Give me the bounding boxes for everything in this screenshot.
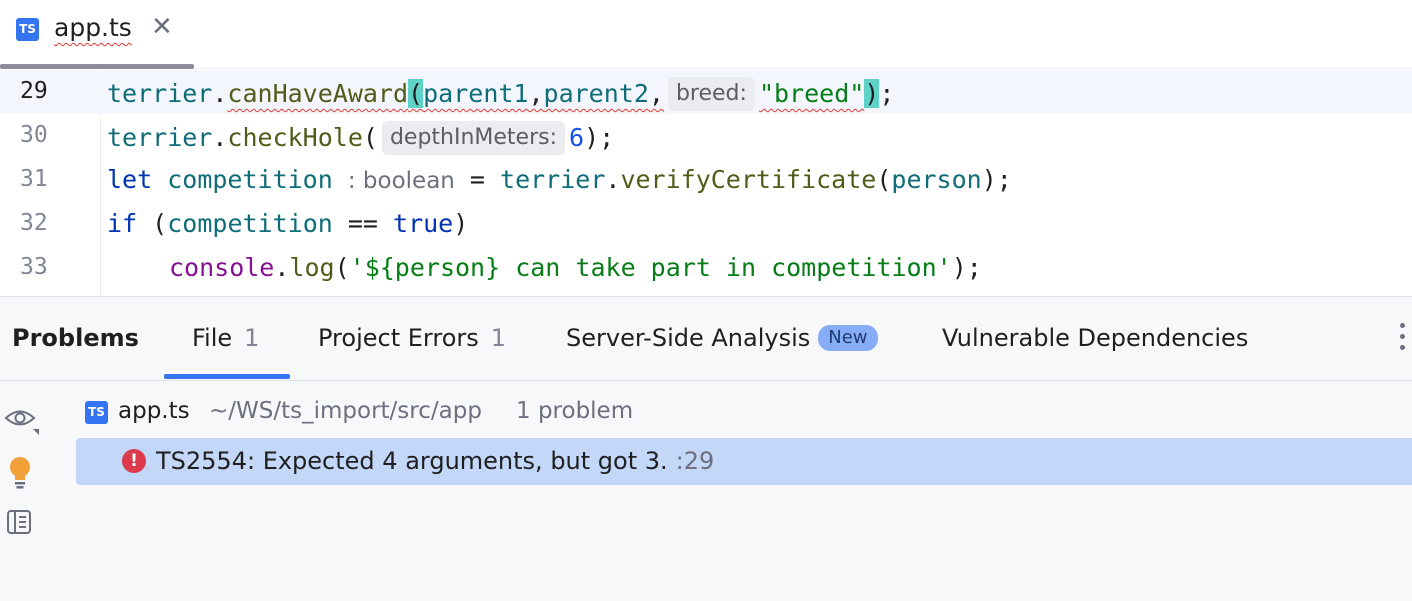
editor-tab-bar: TS app.ts ✕ [0, 0, 1412, 69]
tab-label: File [192, 324, 233, 352]
line-number: 29 [20, 78, 48, 104]
problem-item[interactable]: ! TS2554: Expected 4 arguments, but got … [76, 438, 1412, 485]
code-token: terrier [107, 79, 213, 108]
tab-app-ts[interactable]: TS app.ts ✕ [0, 0, 194, 69]
code-token: , [528, 79, 544, 108]
more-vertical-icon[interactable] [1398, 323, 1408, 355]
code-token: let [107, 165, 153, 194]
code-token: ; [966, 253, 982, 282]
eye-icon[interactable] [4, 405, 40, 439]
code-token: ( [876, 165, 892, 194]
code-token: person [891, 165, 982, 194]
matched-bracket: ) [864, 79, 880, 108]
code-token: ( [362, 123, 378, 152]
code-line-31[interactable]: 31 let competition : boolean = terrier.v… [0, 158, 1412, 202]
code-token: log [289, 253, 335, 282]
code-line-32[interactable]: 32 if (competition == true) [0, 202, 1412, 246]
problem-text: TS2554: Expected 4 arguments, but got 3.… [156, 447, 714, 475]
code-token: 6 [569, 123, 585, 152]
code-text: if (competition == true) [107, 209, 468, 238]
problems-title: Problems [12, 324, 139, 352]
typescript-file-icon: TS [16, 18, 39, 41]
problem-count: 1 problem [516, 398, 634, 424]
code-line-33[interactable]: 33 console.log('${person} can take part … [0, 246, 1412, 290]
parameter-hint: breed: [667, 77, 755, 111]
code-token: canHaveAward [227, 79, 409, 108]
tab-vulnerable-dependencies[interactable]: Vulnerable Dependencies [942, 324, 1248, 352]
error-icon: ! [122, 449, 146, 473]
tab-label: Project Errors [318, 324, 479, 352]
code-line-30[interactable]: 30 terrier.checkHole(depthInMeters: 6); [0, 114, 1412, 158]
problem-line: :29 [675, 447, 715, 475]
code-token: "breed" [758, 79, 865, 108]
problem-message: TS2554: Expected 4 arguments, but got 3. [156, 447, 668, 475]
tab-project-errors[interactable]: Project Errors 1 [318, 324, 506, 352]
code-token: . [274, 253, 290, 282]
typescript-file-icon: TS [85, 401, 108, 424]
code-token: ( [152, 209, 168, 238]
problems-tab-bar: Problems File 1 Project Errors 1 Server-Si… [0, 297, 1412, 381]
code-token: . [212, 123, 228, 152]
code-token: ; [599, 123, 615, 152]
code-token: ; [879, 79, 895, 108]
line-number: 33 [20, 254, 48, 280]
code-token: parent2 [543, 79, 649, 108]
tab-file[interactable]: File 1 [192, 324, 259, 352]
tab-count: 1 [244, 324, 260, 352]
code-token: , [648, 79, 664, 108]
code-token: ( [334, 253, 350, 282]
code-token: ) [981, 165, 997, 194]
tab-count: 1 [490, 324, 507, 352]
code-token: ; [996, 165, 1012, 194]
code-token: verifyCertificate [620, 165, 877, 194]
code-token: true [393, 209, 454, 238]
code-text: terrier.checkHole(depthInMeters: 6); [107, 121, 614, 155]
line-number: 32 [20, 210, 48, 236]
code-token: checkHole [227, 123, 363, 152]
file-path: ~/WS/ts_import/src/app [209, 398, 482, 424]
code-token: == [332, 209, 394, 238]
line-number: 31 [20, 166, 48, 192]
parameter-hint: depthInMeters: [381, 121, 566, 155]
code-text: terrier.canHaveAward(parent1,parent2, bre… [107, 77, 894, 111]
code-token: if [107, 209, 138, 238]
code-token: ) [584, 123, 600, 152]
active-tab-indicator [164, 374, 290, 379]
code-token: ) [951, 253, 967, 282]
code-text: console.log('${person} can take part in … [169, 253, 982, 282]
type-hint: : boolean [347, 168, 455, 194]
close-icon[interactable]: ✕ [151, 12, 173, 42]
code-line-29[interactable]: 29 terrier.canHaveAward(parent1,parent2,… [0, 70, 1412, 114]
problems-tool-window: Problems File 1 Project Errors 1 Server-Si… [0, 296, 1412, 601]
code-token: competition [167, 209, 333, 238]
problems-side-toolbar [0, 381, 40, 601]
code-token: console [169, 253, 275, 282]
code-token: . [605, 165, 621, 194]
tab-label: Vulnerable Dependencies [942, 324, 1249, 352]
code-token: ) [453, 209, 469, 238]
code-token: = [454, 165, 501, 194]
code-token: . [212, 79, 228, 108]
code-token: competition [167, 165, 333, 194]
tab-server-side-analysis[interactable]: Server-Side Analysis New [566, 324, 878, 352]
code-token: '${person} can take part in competition' [349, 253, 952, 282]
file-name: app.ts [118, 398, 190, 424]
matched-bracket: ( [408, 79, 424, 108]
code-token: parent1 [423, 79, 529, 108]
tab-file-name: app.ts [54, 13, 132, 42]
code-text: let competition : boolean = terrier.veri… [107, 165, 1012, 194]
code-token: terrier [107, 123, 213, 152]
lightbulb-icon[interactable] [4, 455, 34, 493]
code-token: terrier [500, 165, 606, 194]
code-editor[interactable]: 29 terrier.canHaveAward(parent1,parent2,… [0, 69, 1412, 296]
tab-label: Server-Side Analysis [566, 324, 811, 352]
new-badge: New [818, 325, 878, 351]
line-number: 30 [20, 122, 48, 148]
preview-panel-icon[interactable] [4, 507, 34, 541]
